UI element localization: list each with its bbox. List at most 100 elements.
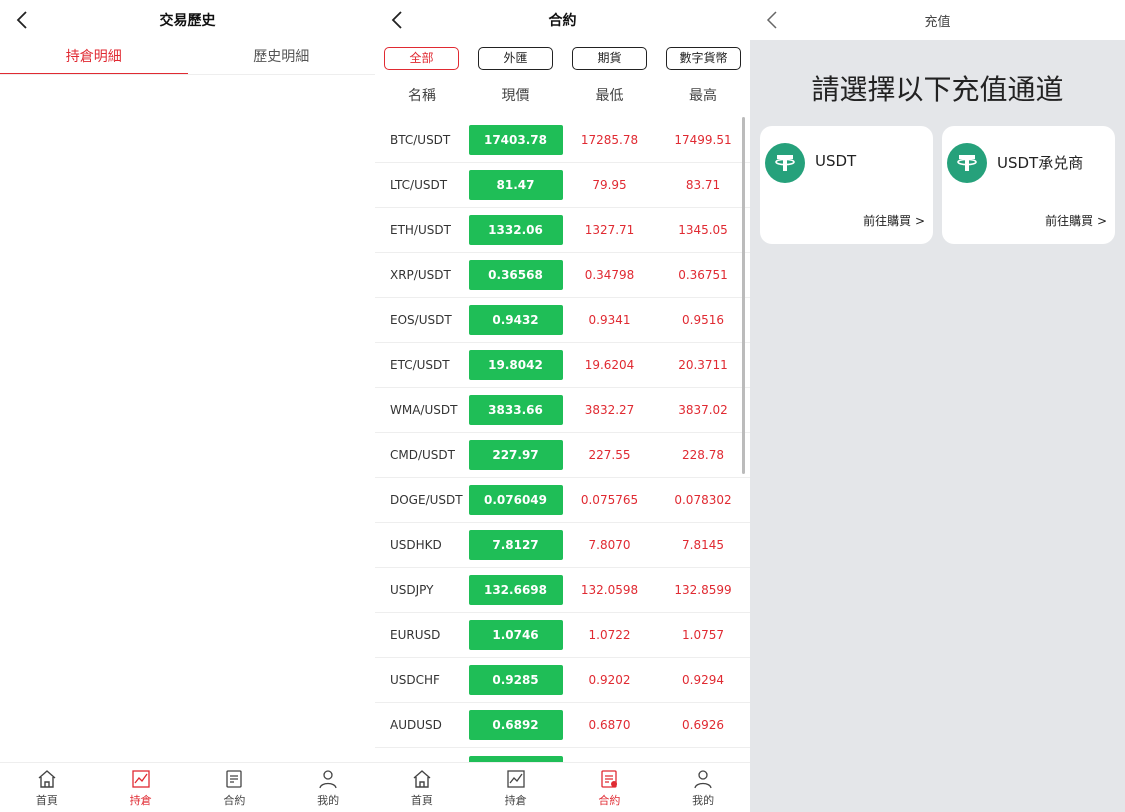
low-price: 17285.78 [580, 133, 639, 147]
price-cell: 0.9285 [468, 665, 563, 695]
low-price: 3832.27 [584, 403, 635, 417]
table-row[interactable]: BTC/USDT 17403.78 17285.78 17499.51 [375, 118, 750, 163]
table-row[interactable]: WMA/USDT 3833.66 3832.27 3837.02 [375, 388, 750, 433]
table-row[interactable]: USDJPY 132.6698 132.0598 132.8599 [375, 568, 750, 613]
trade-history-screen: 交易歷史 持倉明細 歷史明細 首頁 持倉 合約 我的 [0, 0, 375, 812]
tabbar-contracts[interactable]: 合約 [188, 763, 282, 812]
low-price: 0.6870 [588, 718, 631, 732]
low-price: 7.8070 [588, 538, 631, 552]
bottom-tab-bar: 首頁 持倉 合約 我的 [0, 762, 375, 812]
contract-icon [226, 769, 243, 788]
home-icon [413, 769, 431, 788]
go-buy-link[interactable]: 前往購買 > [863, 212, 925, 229]
table-row[interactable]: LTC/USDT 81.47 79.95 83.71 [375, 163, 750, 208]
tabbar-mine-label: 我的 [317, 793, 340, 807]
deposit-screen: 充值 請選擇以下充值通道 USDT 前往購買 > USDT承兑商 前往購買 > [750, 0, 1125, 812]
low-price: 1327.71 [584, 223, 635, 237]
nav-bar: 交易歷史 [0, 0, 375, 40]
channel-name: USDT [815, 152, 857, 170]
low-price: 19.6204 [584, 358, 635, 372]
filter-all[interactable]: 全部 [384, 47, 459, 70]
low-price: 0.34798 [584, 268, 635, 282]
tabbar-contracts-label: 合約 [598, 793, 621, 807]
current-price-badge: 1.0746 [468, 620, 563, 650]
price-cell: 132.6698 [468, 575, 563, 605]
contracts-screen: 合約 全部 外匯 期貨 數字貨幣 名稱 現價 最低 最高 BTC/USDT 174… [375, 0, 750, 812]
table-row[interactable]: DOGE/USDT 0.076049 0.075765 0.078302 [375, 478, 750, 523]
symbol-name: USDJPY [390, 583, 434, 597]
tabbar-positions[interactable]: 持倉 [94, 763, 188, 812]
high-price: 228.78 [682, 448, 724, 462]
table-row[interactable]: USDHKD 7.8127 7.8070 7.8145 [375, 523, 750, 568]
contract-icon [601, 769, 618, 788]
table-row[interactable]: EOS/USDT 0.9432 0.9341 0.9516 [375, 298, 750, 343]
tabbar-positions-label: 持倉 [129, 793, 152, 807]
table-row[interactable]: EURUSD 1.0746 1.0722 1.0757 [375, 613, 750, 658]
tabbar-home[interactable]: 首頁 [0, 763, 94, 812]
low-price: 0.075765 [580, 493, 639, 507]
current-price-badge: 0.9285 [468, 665, 563, 695]
symbol-name: AUDUSD [390, 718, 442, 732]
current-price-badge: 17403.78 [468, 125, 563, 155]
price-cell: 0.076049 [468, 485, 563, 515]
table-header: 名稱 現價 最低 最高 [375, 72, 750, 118]
tabbar-contracts[interactable]: 合約 [563, 763, 657, 812]
market-filters: 全部 外匯 期貨 數字貨幣 [375, 40, 750, 72]
symbol-name: USDCHF [390, 673, 440, 687]
price-cell: 1332.06 [468, 215, 563, 245]
back-icon[interactable] [387, 9, 407, 31]
channel-card-usdt-merchant[interactable]: USDT承兑商 前往購買 > [942, 126, 1115, 244]
header-price: 現價 [501, 88, 530, 104]
low-price: 79.95 [592, 178, 627, 192]
filter-crypto[interactable]: 數字貨幣 [666, 47, 741, 70]
tabbar-home[interactable]: 首頁 [375, 763, 469, 812]
back-icon[interactable] [12, 9, 32, 31]
tab-history-detail[interactable]: 歷史明細 [188, 40, 376, 74]
high-price: 17499.51 [674, 133, 732, 147]
table-row[interactable]: XRP/USDT 0.36568 0.34798 0.36751 [375, 253, 750, 298]
high-price: 83.71 [685, 178, 721, 192]
back-icon[interactable] [762, 9, 782, 31]
table-row[interactable]: ETH/USDT 1332.06 1327.71 1345.05 [375, 208, 750, 253]
high-price: 132.8599 [674, 583, 732, 597]
table-row[interactable]: CMD/USDT 227.97 227.55 228.78 [375, 433, 750, 478]
current-price-badge: 3833.66 [468, 395, 563, 425]
header-high: 最高 [689, 88, 717, 104]
tabbar-home-label: 首頁 [410, 793, 433, 807]
bottom-tab-bar: 首頁 持倉 合約 我的 [375, 762, 750, 812]
price-cell: 19.8042 [468, 350, 563, 380]
channel-card-usdt[interactable]: USDT 前往購買 > [760, 126, 933, 244]
table-row[interactable]: USDCHF 0.9285 0.9202 0.9294 [375, 658, 750, 703]
header-name: 名稱 [408, 88, 436, 104]
filter-forex[interactable]: 外匯 [478, 47, 553, 70]
deposit-heading: 請選擇以下充值通道 [811, 73, 1064, 106]
symbol-name: ETC/USDT [390, 358, 450, 372]
high-price: 0.9516 [682, 313, 724, 327]
symbol-name: EOS/USDT [390, 313, 452, 327]
page-title: 充值 [924, 14, 951, 30]
price-cell: 81.47 [468, 170, 563, 200]
tab-positions-detail[interactable]: 持倉明細 [0, 40, 188, 74]
table-row[interactable]: AUDUSD 0.6892 0.6870 0.6926 [375, 703, 750, 748]
tabs: 持倉明細 歷史明細 [0, 40, 375, 75]
go-buy-link[interactable]: 前往購買 > [1045, 212, 1107, 229]
low-price: 0.9341 [588, 313, 631, 327]
high-price: 0.6926 [682, 718, 724, 732]
list-scrollbar[interactable] [742, 117, 745, 474]
tether-icon [765, 143, 805, 183]
symbol-name: XRP/USDT [390, 268, 451, 282]
price-cell: 227.97 [468, 440, 563, 470]
header-low: 最低 [595, 88, 624, 104]
tabbar-contracts-label: 合約 [223, 793, 246, 807]
filter-futures[interactable]: 期貨 [572, 47, 647, 70]
current-price-badge: 227.97 [468, 440, 563, 470]
table-row[interactable]: ETC/USDT 19.8042 19.6204 20.3711 [375, 343, 750, 388]
tabbar-mine[interactable]: 我的 [281, 763, 375, 812]
quote-list: BTC/USDT 17403.78 17285.78 17499.51 LTC/USDT… [375, 118, 750, 793]
symbol-name: USDHKD [390, 538, 442, 552]
high-price: 3837.02 [678, 403, 728, 417]
tabbar-mine[interactable]: 我的 [656, 763, 750, 812]
channel-cards: USDT 前往購買 > USDT承兑商 前往購買 > [750, 126, 1125, 244]
tabbar-positions[interactable]: 持倉 [469, 763, 563, 812]
channel-name: USDT承兑商 [997, 154, 1084, 172]
